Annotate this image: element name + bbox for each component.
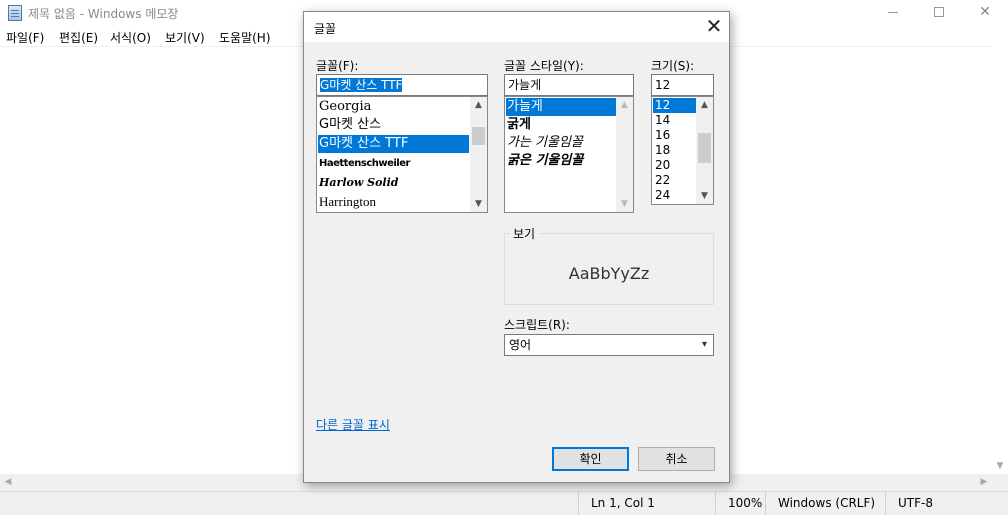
scroll-up-icon[interactable]: ▲ — [470, 97, 487, 113]
close-button[interactable]: ✕ — [962, 0, 1008, 26]
scroll-up-icon[interactable]: ▲ — [616, 97, 633, 113]
font-style-label: 글꼴 스타일(Y): — [504, 59, 584, 73]
font-item-georgia[interactable]: Georgia — [318, 98, 469, 116]
scroll-down-icon[interactable]: ▼ — [470, 196, 487, 212]
status-encoding: UTF-8 — [885, 492, 1008, 515]
status-line-ending: Windows (CRLF) — [765, 492, 885, 515]
status-zoom: 100% — [715, 492, 765, 515]
font-style-list[interactable]: 가늘게 굵게 가는 기울임꼴 굵은 기울임꼴 ▲ ▼ — [504, 96, 634, 213]
vertical-scrollbar[interactable] — [992, 46, 1008, 474]
scrollbar-corner — [992, 474, 1008, 491]
notepad-icon — [8, 5, 22, 21]
sample-label: 보기 — [509, 225, 540, 242]
size-item[interactable]: 12 — [653, 98, 697, 113]
script-select[interactable]: 영어 ▾ — [504, 334, 714, 356]
scroll-left-icon[interactable]: ◀ — [0, 474, 16, 491]
scroll-thumb[interactable] — [472, 127, 485, 145]
menu-edit[interactable]: 편집(E) — [59, 29, 98, 46]
size-item[interactable]: 24 — [653, 188, 697, 203]
style-item-light[interactable]: 가늘게 — [506, 98, 616, 116]
font-size-label: 크기(S): — [651, 59, 695, 73]
font-dialog: 글꼴 ✕ 글꼴(F): G마켓 산스 TTF Georgia G마켓 산스 G마… — [303, 11, 730, 483]
cancel-button[interactable]: 취소 — [638, 447, 715, 471]
font-label: 글꼴(F): — [316, 59, 359, 73]
font-name-input[interactable]: G마켓 산스 TTF — [316, 74, 488, 96]
font-list-scrollbar[interactable]: ▲ ▼ — [470, 97, 487, 212]
minimize-button[interactable] — [870, 0, 916, 26]
dialog-title-bar: 글꼴 ✕ — [304, 12, 729, 42]
size-list-scrollbar[interactable]: ▲ ▼ — [696, 97, 713, 204]
menu-view[interactable]: 보기(V) — [165, 29, 205, 46]
font-size-input[interactable]: 12 — [651, 74, 714, 96]
dialog-close-button[interactable]: ✕ — [702, 15, 726, 39]
style-list-scrollbar[interactable]: ▲ ▼ — [616, 97, 633, 212]
script-value: 영어 — [509, 338, 532, 352]
chevron-down-icon: ▾ — [701, 339, 707, 350]
ok-button[interactable]: 확인 — [552, 447, 629, 471]
menu-help[interactable]: 도움말(H) — [219, 29, 271, 46]
maximize-button[interactable] — [916, 0, 962, 26]
style-item-bold-italic[interactable]: 굵은 기울임꼴 — [506, 152, 616, 170]
script-label: 스크립트(R): — [504, 318, 570, 332]
scroll-down-icon[interactable]: ▼ — [696, 188, 713, 204]
menu-file[interactable]: 파일(F) — [6, 29, 44, 46]
sample-text: AaBbYyZz — [568, 264, 650, 283]
font-item-harrington[interactable]: Harrington — [318, 193, 469, 211]
menu-format[interactable]: 서식(O) — [110, 29, 151, 46]
font-name-value: G마켓 산스 TTF — [320, 78, 403, 92]
font-size-list[interactable]: 12 14 16 18 20 22 24 ▲ ▼ — [651, 96, 714, 205]
status-bar: Ln 1, Col 1 100% Windows (CRLF) UTF-8 — [0, 491, 1008, 515]
style-item-light-italic[interactable]: 가는 기울임꼴 — [506, 134, 616, 152]
size-item[interactable]: 16 — [653, 128, 697, 143]
style-item-bold[interactable]: 굵게 — [506, 116, 616, 134]
sample-preview-box: AaBbYyZz — [504, 233, 714, 305]
scroll-right-icon[interactable]: ▶ — [976, 474, 992, 491]
window-title: 제목 없음 - Windows 메모장 — [28, 7, 179, 21]
scroll-down-icon[interactable]: ▼ — [992, 458, 1008, 474]
font-item-gmarket-sans-ttf[interactable]: G마켓 산스 TTF — [318, 135, 469, 153]
scroll-thumb[interactable] — [698, 133, 711, 163]
dialog-title: 글꼴 — [314, 22, 337, 36]
size-item[interactable]: 14 — [653, 113, 697, 128]
size-item[interactable]: 18 — [653, 143, 697, 158]
show-more-fonts-link[interactable]: 다른 글꼴 표시 — [316, 416, 390, 433]
minimize-icon — [888, 11, 898, 13]
font-style-input[interactable]: 가늘게 — [504, 74, 634, 96]
font-item-gmarket-sans[interactable]: G마켓 산스 — [318, 116, 469, 134]
font-name-list[interactable]: Georgia G마켓 산스 G마켓 산스 TTF Haettenschweil… — [316, 96, 488, 213]
font-item-haettenschweiler[interactable]: Haettenschweiler — [318, 155, 469, 173]
size-item[interactable]: 20 — [653, 158, 697, 173]
font-item-harlow-solid[interactable]: Harlow Solid — [318, 174, 469, 192]
size-item[interactable]: 22 — [653, 173, 697, 188]
maximize-icon — [934, 7, 944, 17]
scroll-up-icon[interactable]: ▲ — [696, 97, 713, 113]
scroll-down-icon[interactable]: ▼ — [616, 196, 633, 212]
status-cursor-position: Ln 1, Col 1 — [578, 492, 715, 515]
